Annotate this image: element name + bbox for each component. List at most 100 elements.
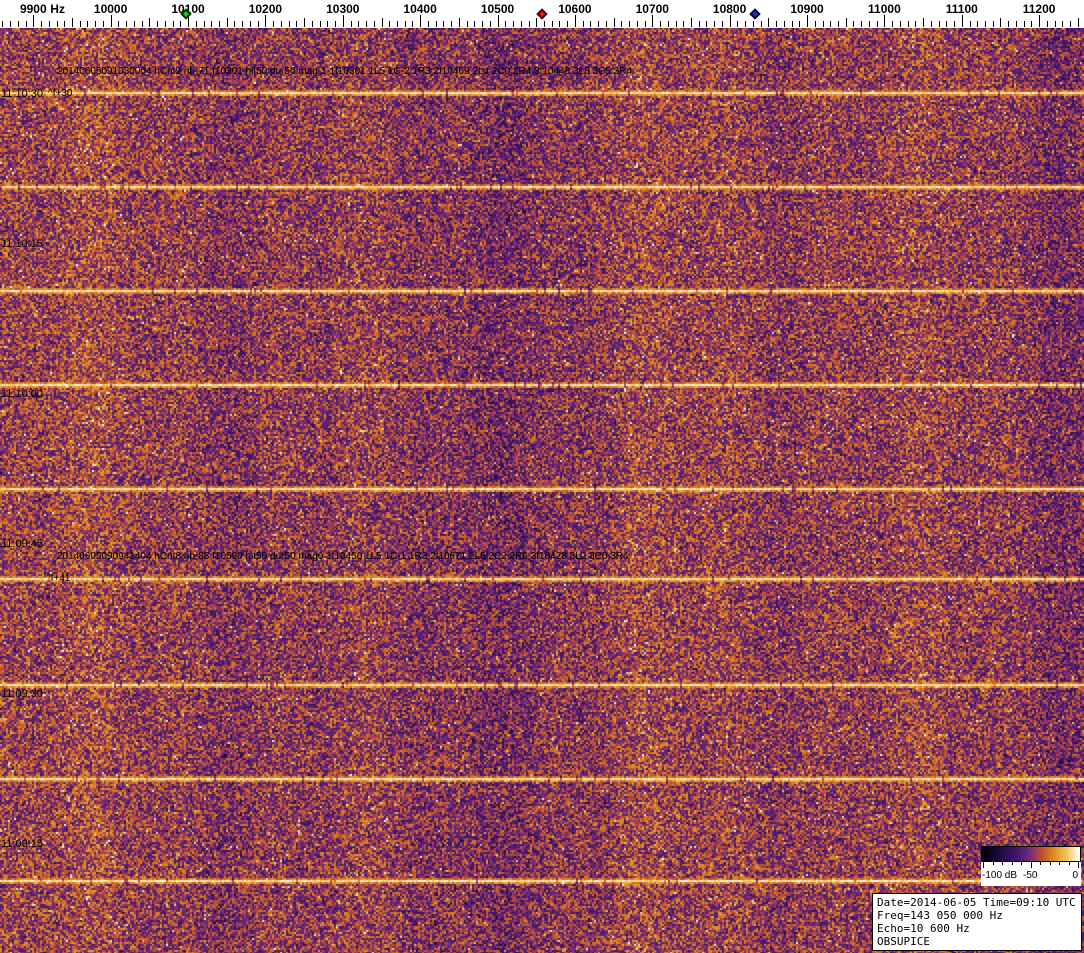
freq-tick xyxy=(861,21,863,27)
freq-tick xyxy=(17,21,19,27)
freq-tick xyxy=(652,15,654,27)
freq-tick xyxy=(474,21,476,27)
freq-tick xyxy=(1054,21,1056,27)
freq-tick xyxy=(915,21,917,27)
freq-tick xyxy=(358,21,360,27)
freq-tick xyxy=(381,18,383,27)
freq-tick xyxy=(366,21,367,27)
freq-label: 11200 xyxy=(1022,2,1056,16)
meteor-spectrogram-app: 9900 10000 10100 10200 10300 10400 10500 10600 1… xyxy=(0,0,1084,953)
freq-tick xyxy=(969,21,971,27)
colorbar-min-label: -100 dB xyxy=(982,870,1018,881)
freq-tick xyxy=(195,21,197,27)
freq-tick xyxy=(745,21,747,27)
freq-tick xyxy=(961,15,963,27)
freq-tick xyxy=(1077,18,1079,27)
freq-tick xyxy=(838,21,839,27)
freq-tick xyxy=(126,21,128,27)
freq-tick xyxy=(2,21,4,27)
freq-tick xyxy=(1070,21,1072,27)
freq-tick xyxy=(420,15,422,27)
freq-tick xyxy=(273,21,275,27)
freq-tick xyxy=(930,21,932,27)
freq-tick xyxy=(621,21,623,27)
freq-tick xyxy=(830,21,832,27)
colorbar-gradient xyxy=(982,847,1080,861)
freq-tick xyxy=(412,21,414,27)
freq-tick xyxy=(350,21,352,27)
freq-tick xyxy=(141,21,143,27)
freq-tick xyxy=(497,15,499,27)
freq-tick xyxy=(335,21,336,27)
freq-tick xyxy=(56,21,58,27)
freq-tick xyxy=(110,15,112,27)
freq-tick xyxy=(72,18,73,27)
colorbar-max-label: 0 xyxy=(1072,870,1078,881)
freq-tick xyxy=(814,21,816,27)
colorbar-frame xyxy=(981,846,1081,862)
freq-tick xyxy=(1008,21,1010,27)
freq-tick xyxy=(133,21,135,27)
freq-tick xyxy=(451,21,453,27)
colorbar-scale: -100 dB -50 0 xyxy=(981,862,1081,886)
freq-tick xyxy=(760,21,762,27)
freq-tick xyxy=(783,21,785,27)
freq-tick xyxy=(876,21,878,27)
freq-tick xyxy=(690,18,692,27)
info-date-line: Date=2014-06-05 Time=09:10 UTC xyxy=(877,896,1076,909)
freq-tick xyxy=(721,21,723,27)
colorbar-tick xyxy=(1002,862,1003,865)
freq-tick xyxy=(234,21,236,27)
freq-tick xyxy=(675,21,677,27)
freq-tick xyxy=(180,21,182,27)
color-scale-legend: -100 dB -50 0 xyxy=(981,846,1081,886)
freq-tick xyxy=(172,21,174,27)
freq-tick xyxy=(435,21,437,27)
freq-tick xyxy=(737,21,739,27)
freq-tick xyxy=(505,21,507,27)
freq-tick xyxy=(1000,18,1002,27)
freq-tick xyxy=(164,21,166,27)
freq-tick xyxy=(791,21,793,27)
freq-tick xyxy=(899,21,901,27)
freq-tick xyxy=(845,18,847,27)
colorbar-tick xyxy=(1040,862,1041,865)
freq-unit-label: Hz xyxy=(50,2,65,16)
freq-tick xyxy=(667,21,669,27)
freq-tick xyxy=(938,21,940,27)
colorbar-tick xyxy=(1068,862,1070,865)
freq-tick xyxy=(296,21,298,27)
freq-tick xyxy=(342,15,344,27)
freq-tick xyxy=(157,21,159,27)
freq-tick xyxy=(288,21,290,27)
freq-tick xyxy=(102,21,104,27)
colorbar-tick xyxy=(983,862,984,868)
freq-tick xyxy=(219,21,220,27)
freq-tick xyxy=(729,15,731,27)
freq-tick xyxy=(79,21,81,27)
freq-tick xyxy=(992,21,994,27)
freq-tick xyxy=(242,21,244,27)
freq-tick xyxy=(884,15,886,27)
colorbar-tick xyxy=(1030,862,1032,868)
frequency-ruler: 9900 10000 10100 10200 10300 10400 10500 10600 1… xyxy=(0,0,1084,28)
freq-tick xyxy=(64,21,66,27)
freq-tick xyxy=(41,21,42,27)
colorbar-tick xyxy=(1011,862,1013,865)
freq-tick xyxy=(574,15,576,27)
freq-tick xyxy=(776,21,778,27)
spectrogram-canvas[interactable] xyxy=(0,28,1084,953)
freq-tick xyxy=(1031,21,1033,27)
freq-tick xyxy=(443,21,445,27)
freq-tick xyxy=(644,21,646,27)
colorbar-tick xyxy=(1078,862,1079,868)
freq-tick xyxy=(698,21,700,27)
freq-tick xyxy=(551,21,553,27)
freq-tick xyxy=(605,21,607,27)
freq-tick xyxy=(567,21,569,27)
freq-tick xyxy=(373,21,375,27)
freq-tick xyxy=(536,18,538,27)
freq-tick xyxy=(660,21,661,27)
freq-tick xyxy=(118,21,120,27)
freq-tick xyxy=(706,21,708,27)
